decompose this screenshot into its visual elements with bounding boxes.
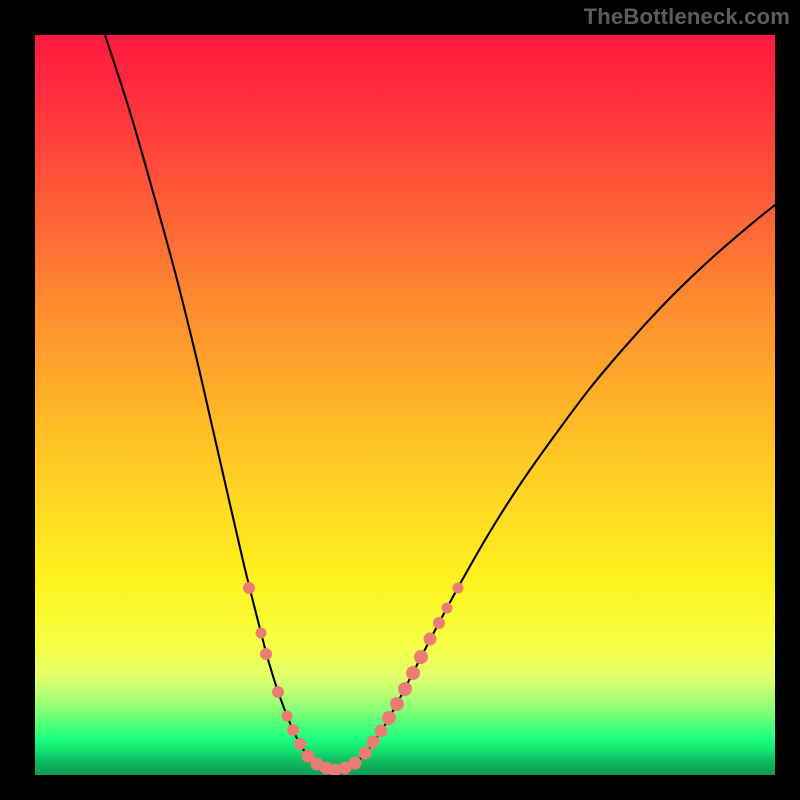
bottleneck-curve [105,35,775,770]
data-dot [282,711,293,722]
data-dot [398,682,412,696]
data-dot [442,603,453,614]
data-dot [433,617,445,629]
data-dot [294,738,306,750]
data-dot [414,650,428,664]
data-dot [287,724,299,736]
data-dot [375,725,388,738]
curve-svg [35,35,775,775]
data-dot [359,747,372,760]
attribution-text: TheBottleneck.com [584,4,790,30]
data-dot [453,583,464,594]
data-dot [367,736,380,749]
data-dot [260,648,272,660]
plot-area [35,35,775,775]
data-dot [243,582,255,594]
chart-frame: TheBottleneck.com [0,0,800,800]
data-dot [406,666,420,680]
data-dots [243,582,464,775]
data-dot [424,633,437,646]
data-dot [349,757,362,770]
data-dot [390,697,404,711]
data-dot [382,711,396,725]
data-dot [272,686,284,698]
data-dot [256,628,267,639]
